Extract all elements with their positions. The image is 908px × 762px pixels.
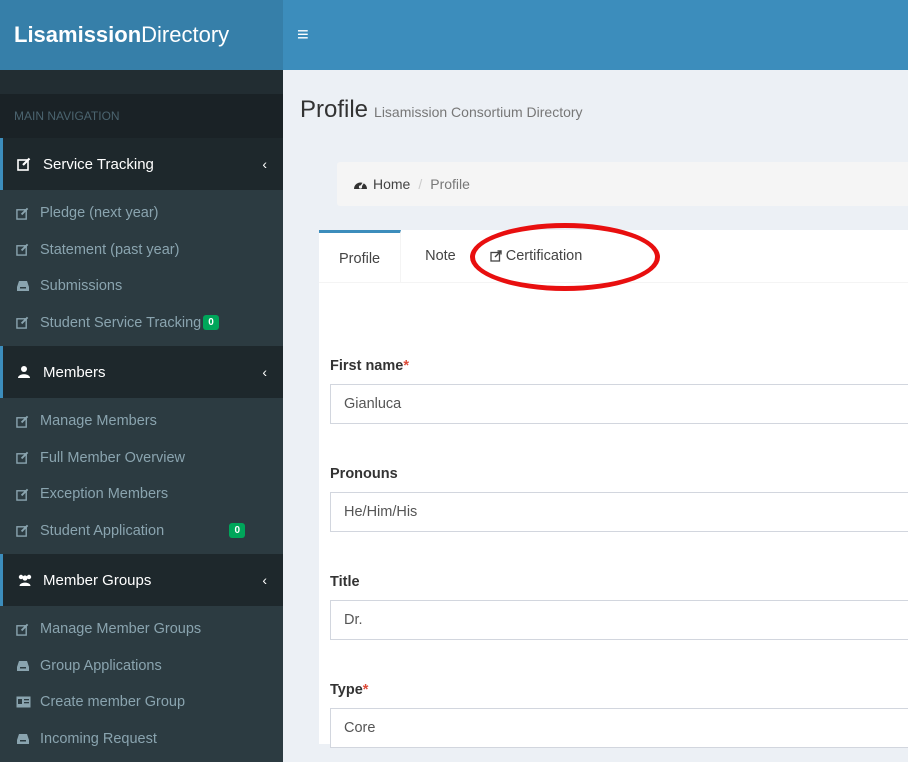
menu-item-exception-members[interactable]: Exception Members: [0, 476, 283, 513]
type-label: Type*: [330, 682, 369, 698]
nav-member-groups[interactable]: Member Groups ‹: [0, 554, 283, 606]
chevron-left-icon: ‹: [262, 156, 267, 172]
hamburger-menu-icon[interactable]: ≡: [297, 24, 309, 47]
edit-icon: [16, 524, 36, 538]
tab-label: Note: [425, 248, 456, 264]
brand-regular: Directory: [141, 22, 230, 47]
inbox-icon: [16, 733, 36, 745]
menu-item-student-service-tracking[interactable]: Student Service Tracking 0: [0, 305, 283, 342]
external-link-icon: [490, 250, 502, 262]
page-header: Profile Lisamission Consortium Directory: [300, 96, 583, 124]
tab-certification[interactable]: Certification: [466, 230, 603, 282]
menu-item-group-applications[interactable]: Group Applications: [0, 648, 283, 685]
brand-logo[interactable]: Lisamission Directory: [0, 0, 283, 70]
required-asterisk: *: [362, 682, 369, 698]
inbox-icon: [16, 660, 36, 672]
pronouns-field[interactable]: He/Him/His: [330, 492, 908, 532]
id-card-icon: [16, 696, 36, 708]
user-icon: [17, 365, 39, 379]
dashboard-icon: [353, 178, 368, 191]
menu-item-manage-members[interactable]: Manage Members: [0, 403, 283, 440]
tab-label: Certification: [505, 248, 583, 264]
top-navbar: ≡: [283, 0, 908, 70]
breadcrumb-separator: /: [418, 176, 423, 192]
profile-box: Profile Note Certification First name* G…: [319, 223, 908, 748]
nav-label: Members: [43, 363, 106, 381]
tab-label: Profile: [339, 251, 381, 267]
menu-item-submissions[interactable]: Submissions: [0, 268, 283, 305]
edit-icon: [16, 488, 36, 501]
menu-item-student-application[interactable]: Student Application 0: [0, 513, 283, 550]
edit-icon: [17, 157, 39, 171]
users-icon: [17, 573, 39, 587]
menu-item-label: Incoming Request: [40, 730, 157, 747]
tab-note[interactable]: Note: [401, 230, 466, 282]
edit-icon: [16, 451, 36, 465]
breadcrumb-home-link[interactable]: Home: [373, 176, 410, 192]
type-select[interactable]: Core: [330, 708, 908, 748]
nav-service-tracking[interactable]: Service Tracking ‹: [0, 138, 283, 190]
edit-icon: [16, 243, 36, 257]
menu-item-incoming-request[interactable]: Incoming Request: [0, 721, 283, 758]
chevron-left-icon: ‹: [262, 572, 267, 588]
menu-item-label: Exception Members: [40, 486, 169, 503]
count-badge: 0: [203, 315, 219, 331]
breadcrumb: Home / Profile: [337, 162, 908, 206]
title-label: Title: [330, 574, 360, 590]
breadcrumb-current: Profile: [430, 176, 470, 192]
edit-icon: [16, 415, 36, 428]
pronouns-label: Pronouns: [330, 466, 398, 482]
menu-item-full-member-overview[interactable]: Full Member Overview: [0, 440, 283, 477]
menu-item-label: Student Service Tracking: [40, 314, 202, 331]
tab-bar: Profile Note Certification: [319, 223, 908, 291]
edit-icon: [16, 316, 36, 330]
tab-profile[interactable]: Profile: [319, 230, 402, 282]
nav-label: Service Tracking: [43, 155, 154, 173]
page-subtitle: Lisamission Consortium Directory: [374, 104, 583, 120]
menu-item-label: Statement (past year): [40, 241, 180, 258]
menu-item-label: Full Member Overview: [40, 449, 186, 466]
submenu-service-tracking: Pledge (next year) Statement (past year)…: [0, 190, 283, 346]
menu-item-label: Create member Group: [40, 694, 186, 711]
nav-label: Member Groups: [43, 571, 152, 589]
menu-item-manage-member-groups[interactable]: Manage Member Groups: [0, 611, 283, 648]
count-badge: 0: [229, 523, 245, 539]
edit-icon: [16, 623, 36, 636]
menu-item-statement[interactable]: Statement (past year): [0, 232, 283, 269]
required-asterisk: *: [403, 358, 409, 374]
menu-item-label: Student Application: [40, 522, 165, 539]
inbox-icon: [16, 280, 36, 292]
menu-item-label: Pledge (next year): [40, 205, 159, 222]
first-name-field[interactable]: Gianluca: [330, 384, 908, 424]
first-name-label: First name*: [330, 358, 409, 374]
menu-item-label: Group Applications: [40, 657, 162, 674]
nav-members[interactable]: Members ‹: [0, 346, 283, 398]
chevron-left-icon: ‹: [262, 364, 267, 380]
edit-icon: [16, 207, 36, 220]
menu-item-pledge[interactable]: Pledge (next year): [0, 195, 283, 232]
menu-item-label: Manage Member Groups: [40, 621, 202, 638]
menu-item-create-member-group[interactable]: Create member Group: [0, 684, 283, 721]
sidebar: Lisamission Directory MAIN NAVIGATION Ser…: [0, 0, 283, 762]
title-field[interactable]: Dr.: [330, 600, 908, 640]
nav-header: MAIN NAVIGATION: [0, 94, 283, 138]
page-title: Profile: [300, 96, 369, 123]
menu-item-label: Manage Members: [40, 413, 157, 430]
brand-bold: Lisamission: [14, 22, 142, 47]
submenu-members: Manage Members Full Member Overview Exce…: [0, 398, 283, 554]
submenu-member-groups: Manage Member Groups Group Applications …: [0, 606, 283, 762]
menu-item-label: Submissions: [40, 278, 123, 295]
